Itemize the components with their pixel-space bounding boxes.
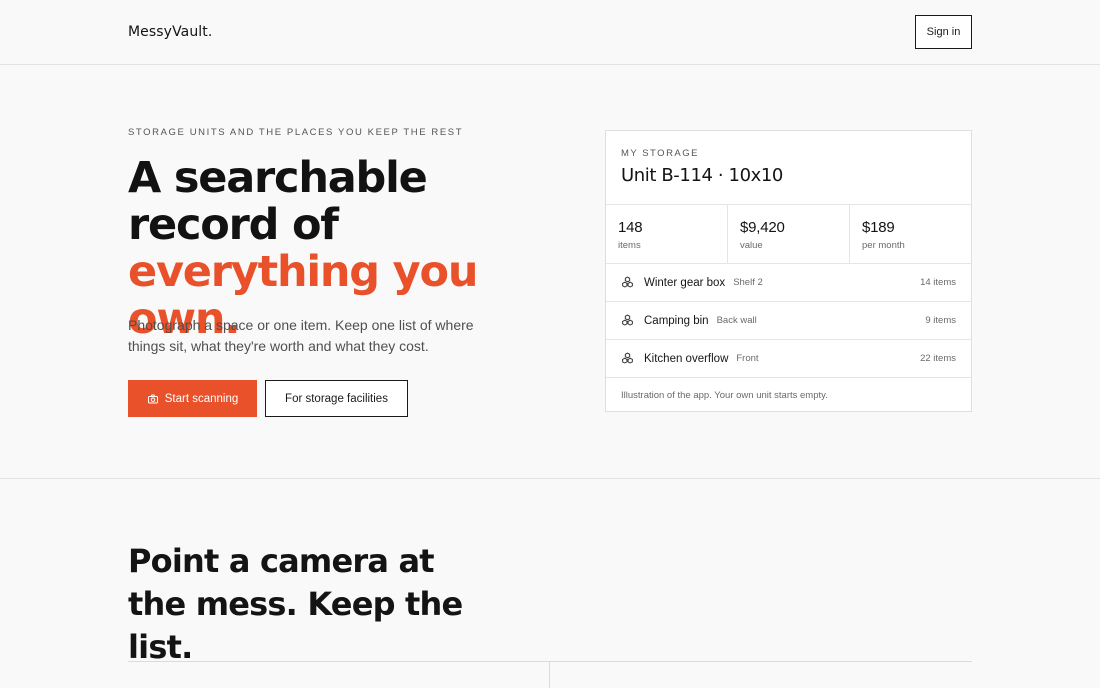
row-count: 9 items bbox=[925, 315, 956, 326]
stat-label: per month bbox=[862, 240, 905, 251]
sign-in-button[interactable]: Sign in bbox=[915, 15, 972, 49]
section-title: Point a camera at the mess. Keep the lis… bbox=[128, 542, 463, 666]
stat-monthly-cost: $189 per month bbox=[850, 205, 971, 263]
bottom-divider bbox=[128, 661, 972, 662]
row-name: Camping bin bbox=[644, 314, 709, 327]
container-list: Winter gear box Shelf 2 14 items Camping… bbox=[606, 264, 971, 378]
hero-headline-text: A searchable record of bbox=[128, 153, 428, 250]
logo[interactable]: MessyVault. bbox=[128, 24, 212, 40]
list-item[interactable]: Camping bin Back wall 9 items bbox=[606, 302, 971, 340]
stat-value: 148 bbox=[618, 219, 643, 236]
column-divider bbox=[549, 661, 550, 688]
row-name: Kitchen overflow bbox=[644, 352, 729, 365]
stat-items: 148 items bbox=[606, 205, 728, 263]
stat-value-total: $9,420 value bbox=[728, 205, 850, 263]
stats-row: 148 items $9,420 value $189 per month bbox=[606, 204, 971, 264]
card-eyebrow: MY STORAGE bbox=[621, 148, 699, 159]
boxes-icon bbox=[621, 314, 634, 327]
row-location: Shelf 2 bbox=[733, 277, 763, 288]
camera-icon bbox=[147, 394, 158, 403]
list-item[interactable]: Kitchen overflow Front 22 items bbox=[606, 340, 971, 378]
storage-preview-card: MY STORAGE Unit B-114 · 10x10 148 items … bbox=[605, 130, 972, 412]
row-name: Winter gear box bbox=[644, 276, 726, 289]
stat-value: $9,420 bbox=[740, 219, 785, 236]
section-divider bbox=[0, 478, 1100, 479]
list-item[interactable]: Winter gear box Shelf 2 14 items bbox=[606, 264, 971, 302]
storage-facilities-button[interactable]: For storage facilities bbox=[265, 380, 408, 417]
row-count: 22 items bbox=[920, 353, 956, 364]
unit-title: Unit B-114 · 10x10 bbox=[621, 165, 783, 186]
stat-value: $189 bbox=[862, 219, 895, 236]
row-location: Front bbox=[736, 353, 759, 364]
hero-eyebrow: STORAGE UNITS AND THE PLACES YOU KEEP TH… bbox=[128, 127, 464, 138]
hero-subtitle: Photograph a space or one item. Keep one… bbox=[128, 317, 474, 354]
boxes-icon bbox=[621, 352, 634, 365]
stat-label: items bbox=[618, 240, 641, 251]
stat-label: value bbox=[740, 240, 763, 251]
row-location: Back wall bbox=[716, 315, 757, 326]
start-scanning-label: Start scanning bbox=[164, 392, 239, 405]
site-header: MessyVault. Sign in bbox=[0, 0, 1100, 65]
start-scanning-button[interactable]: Start scanning bbox=[128, 380, 257, 417]
row-count: 14 items bbox=[920, 277, 956, 288]
boxes-icon bbox=[621, 276, 634, 289]
card-note: Illustration of the app. Your own unit s… bbox=[621, 390, 828, 401]
